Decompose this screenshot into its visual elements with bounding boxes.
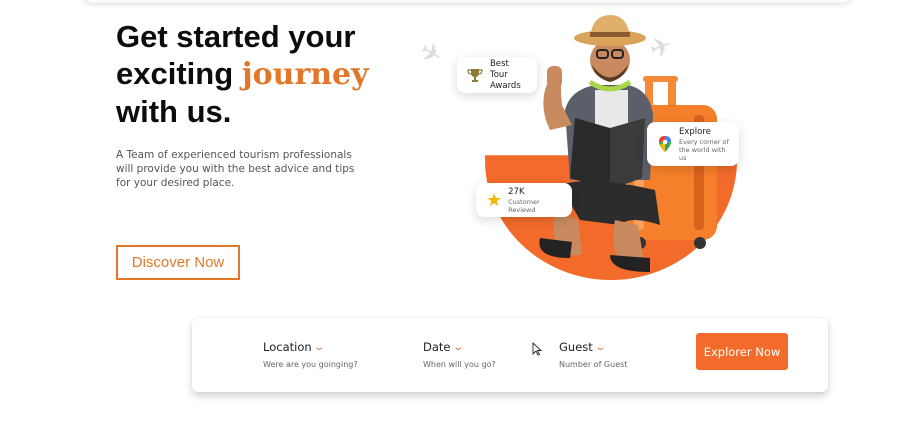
hero-illustration: ✈ ✈ Best Tour Awards Explore Every corne… [410, 10, 760, 290]
customer-review-badge: ★ 27K Customer Reviewd [476, 183, 572, 217]
chevron-down-icon: ⌄ [594, 341, 606, 353]
location-field[interactable]: Location ⌄ Were are you goinging? [263, 340, 358, 369]
explorer-now-button[interactable]: Explorer Now [696, 333, 788, 370]
top-nav-bar [80, 0, 855, 4]
explore-badge: Explore Every corner of the world with u… [647, 122, 739, 166]
mouse-cursor-icon [532, 342, 542, 356]
badge-subtitle: Awards [489, 80, 521, 91]
review-label: Customer Reviewd [508, 197, 540, 214]
hero-title-prefix: exciting [116, 56, 242, 91]
date-dropdown[interactable]: Date ⌄ [423, 340, 496, 354]
guest-label: Guest [559, 340, 593, 354]
map-pin-icon [657, 135, 673, 153]
airplane-icon: ✈ [414, 34, 449, 72]
hero-title: Get started your exciting journey with u… [116, 18, 416, 130]
discover-now-button[interactable]: Discover Now [116, 245, 240, 280]
guest-hint: Number of Guest [559, 360, 628, 369]
badge-title: Explore [679, 126, 711, 137]
location-dropdown[interactable]: Location ⌄ [263, 340, 358, 354]
trophy-icon [467, 66, 484, 84]
date-label: Date [423, 340, 451, 354]
location-label: Location [263, 340, 312, 354]
location-hint: Were are you goinging? [263, 360, 358, 369]
chevron-down-icon: ⌄ [451, 341, 464, 353]
hero-title-accent: journey [241, 57, 369, 92]
date-field[interactable]: Date ⌄ When will you go? [423, 340, 496, 369]
star-icon: ★ [486, 189, 503, 211]
guest-dropdown[interactable]: Guest ⌄ [559, 340, 627, 354]
hero-description: A Team of experienced tourism profession… [116, 149, 355, 189]
review-count: 27K [508, 186, 525, 197]
hero-title-line2: exciting journey [116, 55, 416, 93]
date-hint: When will you go? [423, 360, 496, 369]
guest-field[interactable]: Guest ⌄ Number of Guest [559, 340, 627, 369]
chevron-down-icon: ⌄ [312, 341, 325, 353]
best-tour-award-badge: Best Tour Awards [457, 57, 537, 93]
hero-title-line1: Get started your [116, 19, 356, 54]
trip-search-bar: Location ⌄ Were are you goinging? Date ⌄… [192, 318, 828, 392]
badge-title: Best Tour [489, 58, 509, 80]
hero-title-line3: with us. [116, 94, 232, 129]
badge-subtitle: Every corner of the world with us [679, 137, 729, 162]
